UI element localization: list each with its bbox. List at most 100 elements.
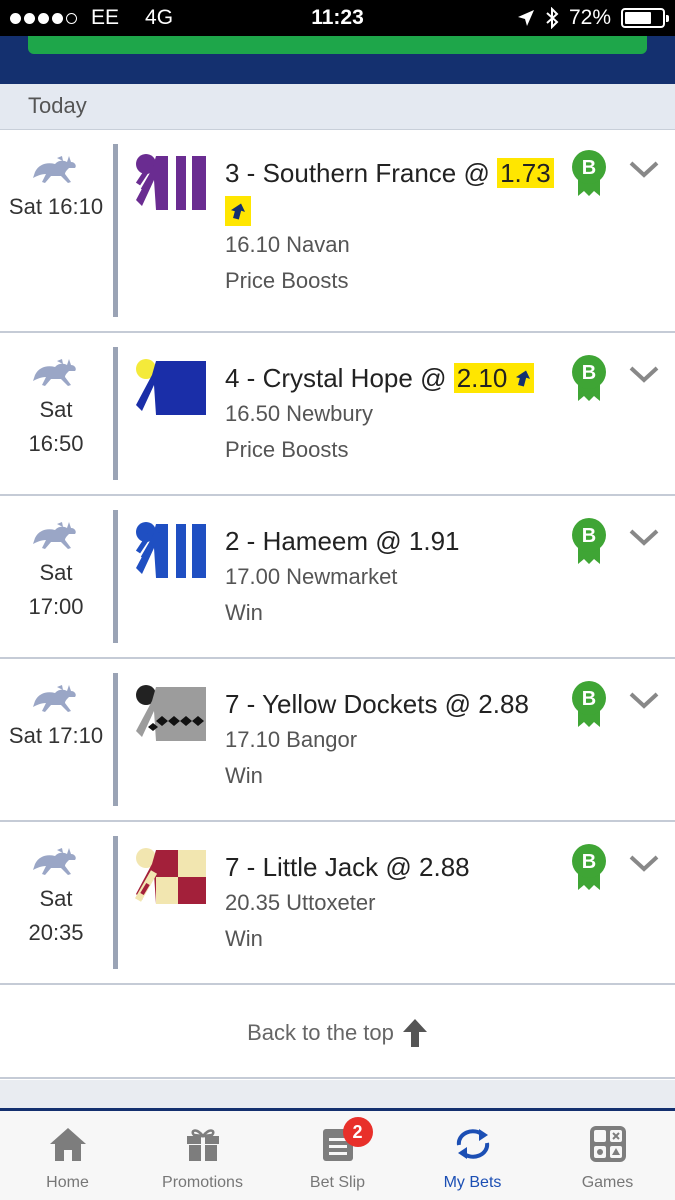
- games-icon: [589, 1126, 626, 1162]
- jockey-silk-icon: [136, 685, 206, 741]
- svg-text:B: B: [582, 362, 596, 384]
- jockey-silk-icon: [136, 359, 206, 415]
- selection-price: 2.88: [478, 689, 529, 719]
- day-header: Today: [0, 84, 675, 130]
- market-name: Win: [225, 600, 263, 625]
- back-to-top-label: Back to the top: [247, 1020, 394, 1045]
- tab-bet-slip[interactable]: 2 Bet Slip: [270, 1111, 405, 1200]
- bet-details: 3 - Southern France @ 1.73 16.10 Navan Pri…: [225, 155, 565, 299]
- green-banner[interactable]: [28, 36, 647, 54]
- selection-name: 7 - Little Jack @: [225, 852, 420, 882]
- jockey-silk: [134, 681, 210, 750]
- bet-card[interactable]: Sat 20:35 7 - Little Jack @ 2.88 20.35 Utto…: [0, 822, 675, 985]
- selection-name: 4 - Crystal Hope @: [225, 363, 454, 393]
- location-arrow-icon: [517, 10, 534, 26]
- app-header: [0, 36, 675, 84]
- gift-icon: [186, 1129, 219, 1161]
- tab-home[interactable]: Home: [0, 1111, 135, 1200]
- market-name: Price Boosts: [225, 437, 349, 462]
- market-name: Price Boosts: [225, 268, 349, 293]
- tab-promotions[interactable]: Promotions: [135, 1111, 270, 1200]
- chevron-down-icon[interactable]: [628, 365, 660, 385]
- refresh-arrows-icon: [456, 1129, 489, 1159]
- tab-label: My Bets: [443, 1174, 502, 1191]
- horse-racing-icon: [33, 685, 76, 712]
- bet-slip-count-badge: 2: [342, 1117, 373, 1147]
- chevron-down-icon[interactable]: [628, 691, 660, 711]
- jockey-silk-icon: [134, 848, 206, 904]
- bet-card[interactable]: Sat 16:50 4 - Crystal Hope @ 2.10 16.50 Ne…: [0, 333, 675, 496]
- horse-racing-icon: [33, 522, 76, 549]
- jockey-silk: [134, 518, 210, 587]
- jockey-silk-icon: [135, 522, 206, 578]
- bet-card[interactable]: Sat 16:10 3 - Southern France @ 1.73 16.10…: [0, 130, 675, 333]
- selection-text: 2 - Hameem @ 1.91: [225, 523, 565, 559]
- event-time-text: 16:50: [28, 431, 84, 456]
- selection-name: 3 - Southern France @: [225, 158, 498, 188]
- card-divider: [113, 347, 118, 480]
- market-name: Win: [225, 926, 263, 951]
- bog-badge: B: [570, 148, 608, 203]
- expand-button[interactable]: [628, 691, 660, 716]
- race-name: 17.00 Newmarket: [225, 564, 398, 589]
- event-time-text: Sat: [39, 397, 73, 422]
- card-divider: [113, 144, 118, 317]
- expand-button[interactable]: [628, 365, 660, 390]
- event-time: Sat 16:50: [0, 333, 112, 461]
- tab-label: Bet Slip: [309, 1174, 366, 1191]
- tab-games[interactable]: Games: [540, 1111, 675, 1200]
- expand-button[interactable]: [628, 854, 660, 879]
- jockey-silk: [134, 844, 210, 913]
- home-icon: [49, 1128, 86, 1161]
- jockey-silk: [134, 355, 210, 424]
- bet-details: 2 - Hameem @ 1.91 17.00 Newmarket Win: [225, 523, 565, 631]
- back-to-top-button[interactable]: Back to the top: [0, 989, 675, 1079]
- selection-text: 7 - Yellow Dockets @ 2.88: [225, 686, 565, 722]
- chevron-down-icon[interactable]: [628, 160, 660, 180]
- event-time-text: 17:00: [28, 594, 84, 619]
- selection-price: 1.91: [408, 526, 460, 556]
- best-odds-guaranteed-badge-icon: B: [572, 518, 606, 564]
- bets-list: Sat 16:10 3 - Southern France @ 1.73 16.10…: [0, 130, 675, 985]
- event-time: Sat 17:10: [0, 659, 112, 753]
- price-boost-indicator: [225, 196, 251, 227]
- bog-badge: B: [570, 353, 608, 408]
- bluetooth-icon: [546, 7, 559, 29]
- expand-button[interactable]: [628, 528, 660, 553]
- boosted-price: 2.10: [453, 363, 534, 393]
- best-odds-guaranteed-badge-icon: B: [572, 844, 606, 890]
- event-time: Sat 16:10: [0, 130, 112, 224]
- chevron-down-icon[interactable]: [628, 528, 660, 548]
- expand-button[interactable]: [628, 160, 660, 185]
- jockey-silk-icon: [135, 154, 206, 210]
- selection-price: 2.88: [419, 852, 470, 882]
- bet-card[interactable]: Sat 17:00 2 - Hameem @ 1.91 17.00 Newmarket…: [0, 496, 675, 659]
- horse-racing-icon: [33, 359, 76, 386]
- boosted-price: 1.73: [497, 158, 554, 188]
- card-divider: [113, 673, 118, 806]
- selection-text: 7 - Little Jack @ 2.88: [225, 849, 565, 885]
- bet-details: 7 - Yellow Dockets @ 2.88 17.10 Bangor Win: [225, 686, 565, 794]
- bog-badge: B: [570, 516, 608, 571]
- chevron-down-icon[interactable]: [628, 854, 660, 874]
- status-bar: EE 4G 11:23 72%: [0, 0, 675, 36]
- bet-card[interactable]: Sat 17:10 7 - Yellow Dockets @ 2.88 17.10 …: [0, 659, 675, 822]
- event-time-text: Sat: [39, 560, 73, 585]
- event-time-text: Sat 16:10: [8, 194, 104, 219]
- card-divider: [113, 510, 118, 643]
- best-odds-guaranteed-badge-icon: B: [572, 355, 606, 401]
- event-time-text: Sat 17:10: [8, 723, 104, 748]
- svg-text:B: B: [582, 157, 596, 179]
- tab-label: Promotions: [162, 1174, 243, 1191]
- best-odds-guaranteed-badge-icon: B: [572, 150, 606, 196]
- horse-racing-icon: [33, 156, 76, 183]
- bet-details: 7 - Little Jack @ 2.88 20.35 Uttoxeter Win: [225, 849, 565, 957]
- race-name: 20.35 Uttoxeter: [225, 890, 376, 915]
- tab-my-bets[interactable]: My Bets: [405, 1111, 540, 1200]
- race-name: 17.10 Bangor: [225, 727, 358, 752]
- bet-details: 4 - Crystal Hope @ 2.10 16.50 Newbury Pri…: [225, 360, 565, 468]
- footer-band: [0, 1080, 675, 1110]
- event-time-text: 20:35: [28, 920, 84, 945]
- selection-name: 7 - Yellow Dockets @: [225, 689, 479, 719]
- race-name: 16.50 Newbury: [225, 401, 373, 426]
